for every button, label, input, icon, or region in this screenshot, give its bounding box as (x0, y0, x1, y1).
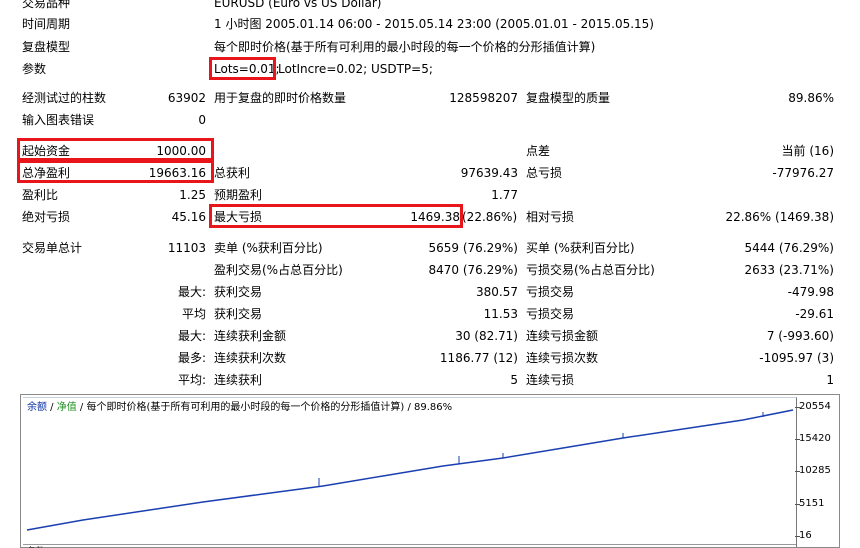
chart-header-text: / 每个即时价格(基于所有可利用的最小时段的每一个价格的分形插值计算) / 89… (79, 402, 453, 413)
row-prefix: 平均 (181, 307, 206, 321)
payoff-label: 预期盈利 (214, 188, 263, 202)
quality-label: 复盘模型的质量 (526, 91, 611, 105)
row-right-value: 1 (826, 373, 834, 387)
row-prefix: 最大: (177, 285, 206, 299)
symbol-value: EURUSD (Euro vs US Dollar) (214, 0, 382, 10)
chart-plot-area: 条数 (23, 397, 797, 548)
max-drawdown-pct: (22.86%) (462, 210, 518, 224)
period-value: 1 小时图 2005.01.14 06:00 - 2015.05.14 23:0… (214, 17, 654, 31)
long-trades-value: 5444 (76.29%) (744, 241, 834, 255)
row-left-label: 连续获利次数 (214, 351, 287, 365)
row-right-label: 连续亏损金额 (526, 329, 599, 343)
short-trades-value: 5659 (76.29%) (428, 241, 518, 255)
payoff-value: 1.77 (491, 188, 518, 202)
win-trades-label: 盈利交易(%占总百分比) (214, 263, 343, 277)
highlight-lots (209, 57, 276, 80)
y-label: 15420 (799, 433, 831, 444)
row-left-label: 连续获利金额 (214, 329, 287, 343)
row-left-label: 获利交易 (214, 285, 263, 299)
profit-factor-value: 1.25 (179, 188, 206, 202)
highlight-deposit (17, 138, 214, 161)
spread-label: 点差 (526, 144, 551, 158)
row-prefix: 最多: (177, 351, 206, 365)
total-trades-label: 交易单总计 (22, 241, 83, 255)
period-label: 时间周期 (22, 17, 71, 31)
chart-footer-bar (23, 544, 796, 548)
y-label: 5151 (799, 498, 825, 509)
balance-line-svg (26, 409, 794, 531)
bars-label: 经测试过的柱数 (22, 91, 107, 105)
abs-drawdown-label: 绝对亏损 (22, 210, 71, 224)
row-left-value: 380.57 (476, 285, 518, 299)
gross-profit-label: 总获利 (214, 166, 251, 180)
row-right-label: 亏损交易 (526, 285, 575, 299)
row-right-value: -1095.97 (3) (759, 351, 834, 365)
chart-footer-label: 条数 (27, 544, 45, 548)
row-right-label: 连续亏损 (526, 373, 575, 387)
row-prefix: 最大: (177, 329, 206, 343)
row-left-value: 5 (510, 373, 518, 387)
win-trades-value: 8470 (76.29%) (428, 263, 518, 277)
model-label: 复盘模型 (22, 40, 71, 54)
loss-trades-value: 2633 (23.71%) (744, 263, 834, 277)
errors-value: 0 (198, 113, 206, 127)
short-trades-label: 卖单 (%获利百分比) (214, 241, 323, 255)
row-left-label: 获利交易 (214, 307, 263, 321)
gross-loss-label: 总亏损 (526, 166, 563, 180)
quality-value: 89.86% (788, 91, 834, 105)
row-right-label: 亏损交易 (526, 307, 575, 321)
gross-profit-value: 97639.43 (460, 166, 518, 180)
balance-chart: 条数 余额 / 净值 / 每个即时价格(基于所有可利用的最小时段的每一个价格的分… (20, 394, 840, 548)
rel-drawdown-label: 相对亏损 (526, 210, 575, 224)
balance-line (26, 409, 794, 531)
errors-label: 输入图表错误 (22, 113, 95, 127)
row-left-value: 11.53 (483, 307, 518, 321)
profit-factor-label: 盈利比 (22, 188, 59, 202)
row-left-value: 30 (82.71) (455, 329, 518, 343)
row-right-value: 7 (-993.60) (766, 329, 834, 343)
abs-drawdown-value: 45.16 (171, 210, 206, 224)
highlight-net-profit (17, 160, 214, 183)
long-trades-label: 买单 (%获利百分比) (526, 241, 635, 255)
y-label: 16 (799, 530, 812, 541)
row-right-value: -29.61 (795, 307, 834, 321)
params-rest: LotIncre=0.02; USDTP=5; (278, 62, 433, 76)
ticks-value: 128598207 (449, 91, 518, 105)
row-right-label: 连续亏损次数 (526, 351, 599, 365)
legend-balance[interactable]: 余额 (27, 402, 47, 413)
chart-header: 余额 / 净值 / 每个即时价格(基于所有可利用的最小时段的每一个价格的分形插值… (27, 402, 453, 413)
row-prefix: 平均: (177, 373, 206, 387)
row-right-value: -479.98 (787, 285, 834, 299)
y-label: 10285 (799, 465, 831, 476)
total-trades-value: 11103 (167, 241, 206, 255)
model-value: 每个即时价格(基于所有可利用的最小时段的每一个价格的分形插值计算) (214, 40, 596, 54)
loss-trades-label: 亏损交易(%占总百分比) (526, 263, 655, 277)
symbol-label: 交易品种 (22, 0, 71, 10)
rel-drawdown-value: 22.86% (1469.38) (725, 210, 834, 224)
y-label: 20554 (799, 401, 831, 412)
ticks-label: 用于复盘的即时价格数量 (214, 91, 347, 105)
legend-equity[interactable]: 净值 (57, 402, 77, 413)
row-left-label: 连续获利 (214, 373, 263, 387)
bars-value: 63902 (167, 91, 206, 105)
gross-loss-value: -77976.27 (772, 166, 834, 180)
highlight-max-drawdown (209, 204, 463, 228)
params-label: 参数 (22, 62, 47, 76)
row-left-value: 1186.77 (12) (439, 351, 518, 365)
spread-value: 当前 (16) (781, 144, 834, 158)
